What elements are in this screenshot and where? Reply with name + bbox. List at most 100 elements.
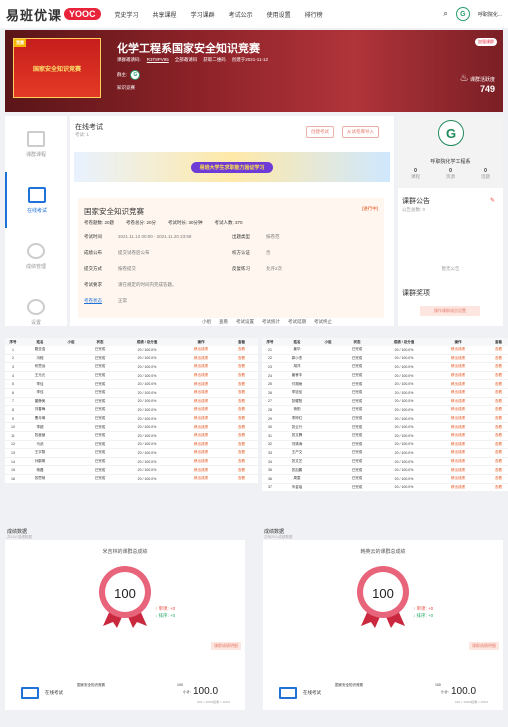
view-link[interactable]: 查看 <box>482 407 508 412</box>
view-link[interactable]: 查看 <box>482 416 508 421</box>
remove-score-link[interactable]: 移出成绩 <box>434 485 482 490</box>
stat-topics[interactable]: 0 话题 <box>481 168 490 180</box>
remove-score-link[interactable]: 移出成绩 <box>177 407 225 412</box>
nav-link-party[interactable]: 党史学习 <box>115 10 139 19</box>
group-name[interactable]: 呼职院化学工程系 <box>398 158 503 165</box>
remove-score-link[interactable]: 移出成绩 <box>434 356 482 361</box>
create-exam-button[interactable]: 创建考试 <box>306 126 334 138</box>
remove-score-link[interactable]: 移出成绩 <box>177 364 225 369</box>
view-link[interactable]: 查看 <box>225 407 258 412</box>
view-link[interactable]: 查看 <box>225 476 258 481</box>
remove-score-link[interactable]: 移出成绩 <box>434 364 482 369</box>
remove-score-link[interactable]: 移出成绩 <box>177 450 225 455</box>
side-item-settings[interactable]: 设置 <box>5 284 67 340</box>
stat-courses[interactable]: 0 课程 <box>411 168 420 180</box>
remove-score-link[interactable]: 移出成绩 <box>434 468 482 473</box>
view-link[interactable]: 查看 <box>482 356 508 361</box>
view-link[interactable]: 查看 <box>482 373 508 378</box>
import-exam-button[interactable]: 从试卷库导入 <box>342 126 379 138</box>
nav-link-shared[interactable]: 共享课程 <box>153 10 177 19</box>
remove-score-link[interactable]: 移出成绩 <box>434 347 482 352</box>
remove-score-link[interactable]: 移出成绩 <box>434 459 482 464</box>
view-link[interactable]: 查看 <box>482 450 508 455</box>
view-link[interactable]: 查看 <box>225 347 258 352</box>
remove-score-link[interactable]: 移出成绩 <box>177 416 225 421</box>
remove-score-link[interactable]: 移出成绩 <box>434 425 482 430</box>
remove-score-link[interactable]: 移出成绩 <box>177 382 225 387</box>
view-link[interactable]: 查看 <box>225 399 258 404</box>
score-detail-button[interactable]: 课群成绩明细 <box>469 642 499 650</box>
side-item-exam[interactable]: 在线考试 <box>5 172 67 228</box>
code-link[interactable]: R3T8PV95 <box>147 57 169 63</box>
score-detail-button[interactable]: 课群成绩明细 <box>211 642 241 650</box>
side-item-grades[interactable]: 成绩管理 <box>5 228 67 284</box>
logo-badge[interactable]: YOOC <box>64 8 101 20</box>
action-stop[interactable]: 考试终止 <box>314 319 332 325</box>
remove-score-link[interactable]: 移出成绩 <box>177 399 225 404</box>
remove-score-link[interactable]: 移出成绩 <box>177 468 225 473</box>
row-key[interactable]: 考卷状态 <box>84 298 118 304</box>
owner-avatar[interactable]: G <box>130 70 141 80</box>
view-link[interactable]: 查看 <box>482 364 508 369</box>
action-settings[interactable]: 考试设置 <box>236 319 254 325</box>
remove-score-link[interactable]: 移出成绩 <box>434 407 482 412</box>
logo[interactable]: 易班优课 <box>6 5 62 24</box>
remove-score-link[interactable]: 移出成绩 <box>177 425 225 430</box>
view-link[interactable]: 查看 <box>225 356 258 361</box>
remove-score-link[interactable]: 移出成绩 <box>177 459 225 464</box>
qr-link[interactable]: 获取二维码 <box>203 57 226 63</box>
remove-score-link[interactable]: 移出成绩 <box>177 433 225 438</box>
view-link[interactable]: 查看 <box>225 364 258 369</box>
side-item-courses[interactable]: 课群课程 <box>5 116 67 172</box>
remove-score-link[interactable]: 移出成绩 <box>177 356 225 361</box>
remove-score-link[interactable]: 移出成绩 <box>434 382 482 387</box>
view-link[interactable]: 查看 <box>225 373 258 378</box>
action-extend[interactable]: 考试延期 <box>288 319 306 325</box>
view-link[interactable]: 查看 <box>482 382 508 387</box>
edit-icon[interactable]: ✎ <box>490 197 495 204</box>
exam-title[interactable]: 国家安全知识竞赛 <box>84 206 144 217</box>
action-view[interactable]: 查看 <box>219 319 228 325</box>
nav-link-exam[interactable]: 考试公示 <box>229 10 253 19</box>
action-group[interactable]: 小组 <box>202 319 211 325</box>
view-link[interactable]: 查看 <box>482 485 508 490</box>
view-link[interactable]: 查看 <box>225 425 258 430</box>
all-codes-link[interactable]: 全部邀请码 <box>175 57 198 63</box>
view-link[interactable]: 查看 <box>482 425 508 430</box>
nav-link-group[interactable]: 学习课群 <box>191 10 215 19</box>
action-stats[interactable]: 考试统计 <box>262 319 280 325</box>
reward-button[interactable]: 操作课群成员设置 <box>420 306 480 316</box>
view-link[interactable]: 查看 <box>225 459 258 464</box>
remove-score-link[interactable]: 移出成绩 <box>177 442 225 447</box>
view-link[interactable]: 查看 <box>482 390 508 395</box>
view-link[interactable]: 查看 <box>482 347 508 352</box>
view-link[interactable]: 查看 <box>482 442 508 447</box>
remove-score-link[interactable]: 移出成绩 <box>434 416 482 421</box>
nav-link-rank[interactable]: 排行榜 <box>305 10 323 19</box>
stat-resources[interactable]: 0 资源 <box>446 168 455 180</box>
view-link[interactable]: 查看 <box>225 382 258 387</box>
view-link[interactable]: 查看 <box>225 416 258 421</box>
remove-score-link[interactable]: 移出成绩 <box>434 373 482 378</box>
avatar[interactable]: G <box>455 7 470 21</box>
view-link[interactable]: 查看 <box>482 468 508 473</box>
remove-score-link[interactable]: 移出成绩 <box>177 347 225 352</box>
nav-link-settings[interactable]: 使用设置 <box>267 10 291 19</box>
view-link[interactable]: 查看 <box>225 433 258 438</box>
remove-score-link[interactable]: 移出成绩 <box>434 390 482 395</box>
view-link[interactable]: 查看 <box>482 459 508 464</box>
view-link[interactable]: 查看 <box>482 433 508 438</box>
view-link[interactable]: 查看 <box>482 476 508 481</box>
remove-score-link[interactable]: 移出成绩 <box>434 399 482 404</box>
view-link[interactable]: 查看 <box>225 450 258 455</box>
view-link[interactable]: 查看 <box>225 442 258 447</box>
view-link[interactable]: 查看 <box>482 399 508 404</box>
remove-score-link[interactable]: 移出成绩 <box>434 433 482 438</box>
remove-score-link[interactable]: 移出成绩 <box>177 373 225 378</box>
remove-score-link[interactable]: 移出成绩 <box>434 476 482 481</box>
remove-score-link[interactable]: 移出成绩 <box>434 442 482 447</box>
view-link[interactable]: 查看 <box>225 390 258 395</box>
remove-score-link[interactable]: 移出成绩 <box>177 476 225 481</box>
user-name[interactable]: 呼职院化... <box>478 11 502 18</box>
search-icon[interactable]: ⌕ <box>443 9 447 19</box>
